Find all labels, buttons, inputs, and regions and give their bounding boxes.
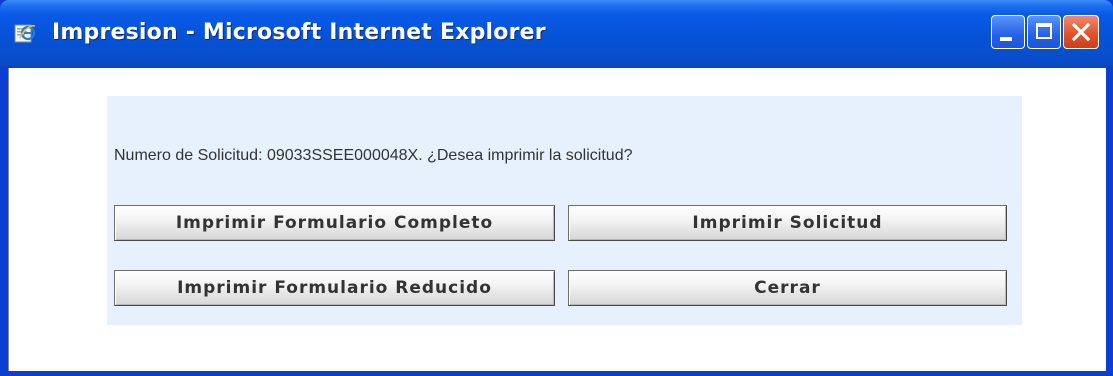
close-button[interactable]: Cerrar xyxy=(568,270,1007,306)
title-bar[interactable]: Impresion - Microsoft Internet Explorer xyxy=(0,0,1113,68)
window-bottom-border xyxy=(0,371,1113,376)
internet-explorer-icon xyxy=(14,24,36,43)
close-window-button[interactable] xyxy=(1063,15,1099,49)
minimize-button[interactable] xyxy=(991,15,1025,49)
window-title: Impresion - Microsoft Internet Explorer xyxy=(52,20,546,45)
print-full-form-button[interactable]: Imprimir Formulario Completo xyxy=(114,205,555,241)
browser-content: Numero de Solicitud: 09033SSEE000048X. ¿… xyxy=(8,68,1106,371)
close-icon xyxy=(1071,22,1091,42)
print-reduced-form-button[interactable]: Imprimir Formulario Reducido xyxy=(114,270,555,306)
print-request-button[interactable]: Imprimir Solicitud xyxy=(568,205,1007,241)
ie-window: Impresion - Microsoft Internet Explorer … xyxy=(0,0,1113,376)
request-message: Numero de Solicitud: 09033SSEE000048X. ¿… xyxy=(114,147,633,164)
print-dialog-panel: Numero de Solicitud: 09033SSEE000048X. ¿… xyxy=(107,96,1022,325)
maximize-button[interactable] xyxy=(1027,15,1061,49)
maximize-icon xyxy=(1036,23,1052,39)
minimize-icon xyxy=(1000,37,1012,41)
